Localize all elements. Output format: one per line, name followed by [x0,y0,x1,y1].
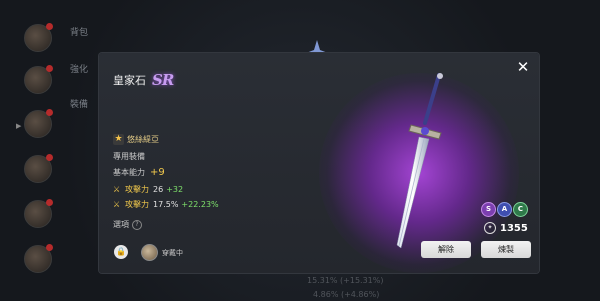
equipped-row: 穿戴中 [141,244,183,261]
grade-badge-a: A [498,203,511,216]
base-stat-label: 基本能力 [113,168,145,177]
sword-stat-icon: ⚔ [113,184,121,194]
notification-dot [46,23,53,30]
character-avatar [141,244,158,261]
stat-bonus: +22.23% [181,200,219,209]
exclusive-label: 專用裝備 [113,152,145,161]
sidebar-avatar[interactable] [24,244,53,273]
sword-stat-icon: ⚔ [113,199,121,209]
notification-dot [46,154,53,161]
notification-dot [46,199,53,206]
power-value: 1355 [500,222,528,234]
dismantle-button[interactable]: 解除 [421,241,471,258]
stat-bonus: +32 [166,185,184,194]
tab-equipment[interactable]: 裝備 [70,97,88,110]
refine-button[interactable]: 煉製 [481,241,531,258]
equipped-label: 穿戴中 [162,248,183,257]
tab-bag[interactable]: 背包 [70,25,88,38]
power-icon: ✦ [484,222,496,234]
base-stat-row: 基本能力 +9 [113,167,165,178]
lock-icon[interactable]: 🔒 [114,245,128,259]
stat-name: 攻擊力 [125,200,149,209]
tab-enhance[interactable]: 強化 [70,62,88,75]
rarity-badge: SR [152,71,174,89]
item-detail-modal: 皇家石 SR ✕ ★ 悠絲緹亞 專用裝備 基本能力 +9 ⚔ 攻擊力 26 +3… [99,53,539,273]
owner-name: 悠絲緹亞 [127,135,159,144]
item-name: 皇家石 [113,74,146,87]
sidebar-avatar[interactable] [24,109,53,138]
grade-badge-c: C [514,203,527,216]
power-row: ✦ 1355 [484,222,528,234]
grade-badges: S A C [479,203,527,216]
grade-badge-s: S [482,203,495,216]
close-button[interactable]: ✕ [515,59,531,75]
background-stat: 4.86% (+4.86%) [313,290,380,299]
sidebar-avatar[interactable] [24,23,53,52]
help-icon[interactable]: ? [132,219,142,230]
background-stat: 15.31% (+15.31%) [307,276,384,285]
options-label: 選項 [113,220,129,229]
options-row: 選項 ? [113,219,142,230]
selected-arrow-icon: ▶ [16,122,22,130]
item-title-row: 皇家石 SR [113,71,174,89]
owner-row: ★ 悠絲緹亞 [113,134,159,145]
stat-row: ⚔ 攻擊力 17.5% +22.23% [113,199,219,210]
sidebar-avatar[interactable] [24,199,53,228]
notification-dot [46,244,53,251]
notification-dot [46,109,53,116]
sidebar-avatar[interactable] [24,65,53,94]
stat-row: ⚔ 攻擊力 26 +32 [113,184,183,195]
sword-image [396,73,443,249]
base-stat-value: +9 [150,167,165,178]
star-icon: ★ [113,134,124,145]
stat-value: 17.5% [153,200,179,209]
notification-dot [46,65,53,72]
stat-name: 攻擊力 [125,185,149,194]
sidebar-avatar[interactable] [24,154,53,183]
stat-value: 26 [153,185,164,194]
